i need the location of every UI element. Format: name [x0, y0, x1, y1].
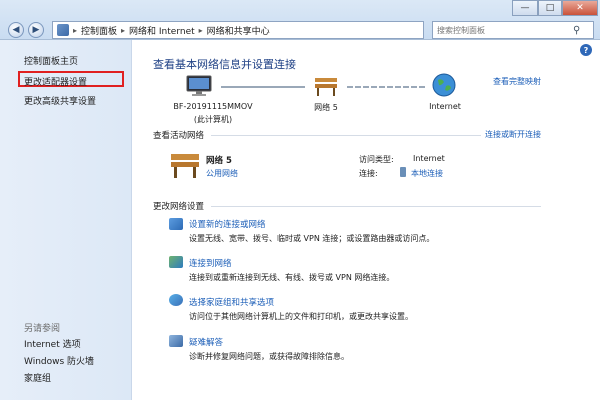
breadcrumb-control-panel[interactable]: 控制面板 [81, 24, 117, 37]
search-box[interactable]: ⚲ [432, 21, 594, 39]
section-divider [211, 206, 541, 207]
breadcrumb-network-internet[interactable]: 网络和 Internet [129, 24, 195, 37]
globe-icon [432, 73, 456, 97]
bench-network-icon [315, 78, 337, 96]
breadcrumb-separator: ▸ [198, 25, 203, 35]
sidebar-item-internet-options[interactable]: Internet 选项 [24, 337, 81, 350]
computer-sub: (此计算机) [193, 115, 233, 124]
new-connection-icon [169, 218, 183, 230]
active-network-bench-icon [171, 154, 199, 178]
task-homegroup-desc: 访问位于其他网络计算机上的文件和打印机，或更改共享设置。 [189, 312, 413, 321]
task-homegroup[interactable]: 选择家庭组和共享选项 [189, 296, 274, 308]
search-icon[interactable]: ⚲ [573, 25, 580, 36]
close-button[interactable]: ✕ [562, 0, 598, 16]
connection-value-link[interactable]: 本地连接 [411, 168, 443, 179]
connect-network-icon [169, 256, 183, 268]
sidebar-item-adapter-settings[interactable]: 更改适配器设置 [24, 75, 87, 88]
active-networks-label: 查看活动网络 [153, 131, 205, 141]
breadcrumb-separator: ▸ [73, 25, 78, 35]
back-button[interactable]: ◀ [8, 22, 24, 38]
map-link-line [221, 86, 305, 88]
view-full-map-link[interactable]: 查看完整映射 [493, 76, 541, 87]
task-troubleshoot[interactable]: 疑难解答 [189, 336, 223, 348]
sidebar-item-homegroup[interactable]: 家庭组 [24, 371, 51, 384]
computer-name: BF-20191115MMOV [173, 102, 253, 111]
sidebar-item-firewall[interactable]: Windows 防火墙 [24, 354, 94, 367]
map-internet-label: Internet [429, 102, 461, 111]
access-type-value: Internet [413, 154, 445, 163]
title-bar: — □ ✕ ◀ ▶ ▸ 控制面板 ▸ 网络和 Internet ▸ 网络和共享中… [0, 0, 600, 40]
task-setup-connection[interactable]: 设置新的连接或网络 [189, 218, 266, 230]
sidebar-item-home[interactable]: 控制面板主页 [24, 54, 78, 67]
connect-disconnect-link[interactable]: 连接或断开连接 [485, 129, 541, 140]
active-network-name: 网络 5 [206, 156, 232, 166]
task-troubleshoot-desc: 诊断并修复网络问题，或获得故障排除信息。 [189, 352, 349, 361]
computer-icon [186, 75, 212, 96]
help-icon[interactable]: ? [580, 44, 592, 56]
sidebar-item-advanced-sharing[interactable]: 更改高级共享设置 [24, 94, 96, 107]
page-title: 查看基本网络信息并设置连接 [153, 58, 296, 71]
access-type-label: 访问类型: [359, 155, 394, 164]
maximize-button[interactable]: □ [538, 0, 562, 16]
breadcrumb-network-sharing[interactable]: 网络和共享中心 [207, 24, 270, 37]
breadcrumb-separator: ▸ [121, 25, 126, 35]
main-content: ? 查看基本网络信息并设置连接 查看完整映射 BF-20191115MMOV (… [133, 40, 600, 400]
task-setup-connection-desc: 设置无线、宽带、拨号、临时或 VPN 连接；或设置路由器或访问点。 [189, 234, 435, 243]
control-panel-icon [57, 24, 69, 36]
section-divider [211, 135, 481, 136]
sidebar: 控制面板主页 更改适配器设置 更改高级共享设置 另请参阅 Internet 选项… [0, 40, 132, 400]
homegroup-icon [169, 294, 183, 306]
connection-label: 连接: [359, 169, 378, 178]
task-connect-network[interactable]: 连接到网络 [189, 257, 232, 269]
ethernet-icon [400, 167, 406, 177]
map-network-name: 网络 5 [314, 103, 338, 112]
network-type-link[interactable]: 公用网络 [206, 168, 238, 179]
search-input[interactable] [433, 25, 573, 35]
see-also-label: 另请参阅 [24, 324, 61, 334]
address-bar[interactable]: ▸ 控制面板 ▸ 网络和 Internet ▸ 网络和共享中心 [52, 21, 424, 39]
forward-button[interactable]: ▶ [28, 22, 44, 38]
change-settings-label: 更改网络设置 [153, 202, 205, 212]
minimize-button[interactable]: — [512, 0, 538, 16]
task-connect-network-desc: 连接到或重新连接到无线、有线、拨号或 VPN 网络连接。 [189, 273, 395, 282]
troubleshoot-icon [169, 335, 183, 347]
map-link-line [347, 86, 427, 88]
